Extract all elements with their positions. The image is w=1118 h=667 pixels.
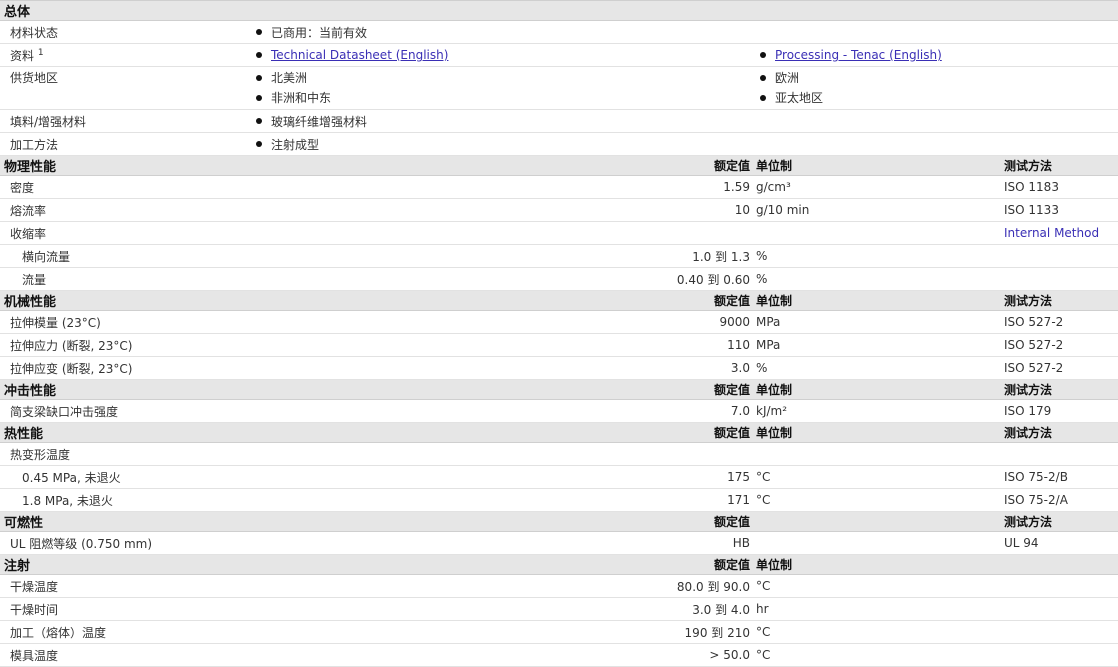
section-physical: 物理性能 额定值 单位制 测试方法 [0, 155, 1118, 176]
table-row: 干燥温度 80.0 到 90.0 °C [0, 574, 1118, 598]
header-nominal: 额定值 [586, 554, 754, 575]
header-unit: 单位制 [754, 290, 1002, 311]
table-row: 加工（熔体）温度 190 到 210 °C [0, 620, 1118, 644]
table-row: 拉伸应变 (断裂, 23°C) 3.0 % ISO 527-2 [0, 356, 1118, 380]
table-row: 热变形温度 [0, 442, 1118, 466]
section-title: 总体 [0, 0, 1118, 21]
row-label: 资料 1 [0, 43, 250, 67]
section-thermal: 热性能 额定值 单位制 测试方法 [0, 422, 1118, 443]
table-row: 1.8 MPa, 未退火 171 °C ISO 75-2/A [0, 488, 1118, 512]
section-title: 注射 [0, 554, 586, 575]
table-row: 拉伸应力 (断裂, 23°C) 110 MPa ISO 527-2 [0, 333, 1118, 357]
bullet-icon [256, 29, 262, 35]
bullet-icon [256, 118, 262, 124]
bullet-icon [256, 141, 262, 147]
table-row: 模具温度 > 50.0 °C [0, 643, 1118, 667]
row-label: 供货地区 [0, 66, 250, 110]
bullet-icon [256, 94, 262, 101]
row-value: 已商用：当前有效 [250, 20, 1118, 44]
header-test: 测试方法 [1002, 511, 1118, 532]
table-row: 熔流率 10 g/10 min ISO 1133 [0, 198, 1118, 222]
table-row: 横向流量 1.0 到 1.3 % [0, 244, 1118, 268]
header-unit: 单位制 [754, 422, 1002, 443]
header-nominal: 额定值 [586, 379, 754, 400]
header-unit: 单位制 [754, 379, 1002, 400]
table-row: UL 阻燃等级 (0.750 mm) HB UL 94 [0, 531, 1118, 555]
section-title: 热性能 [0, 422, 586, 443]
section-general: 总体 [0, 0, 1118, 21]
header-test: 测试方法 [1002, 290, 1118, 311]
section-title: 物理性能 [0, 155, 586, 176]
row-method: 加工方法 注射成型 [0, 132, 1118, 156]
table-row: 收缩率 Internal Method [0, 221, 1118, 245]
header-unit: 单位制 [754, 554, 1002, 575]
internal-method-link[interactable]: Internal Method [1002, 221, 1118, 245]
header-nominal: 额定值 [586, 155, 754, 176]
row-status: 材料状态 已商用：当前有效 [0, 20, 1118, 44]
table-row: 流量 0.40 到 0.60 % [0, 267, 1118, 291]
section-injection: 注射 额定值 单位制 [0, 554, 1118, 575]
header-nominal: 额定值 [586, 290, 754, 311]
header-unit: 单位制 [754, 155, 1002, 176]
table-row: 干燥时间 3.0 到 4.0 hr [0, 597, 1118, 621]
row-filler: 填料/增强材料 玻璃纤维增强材料 [0, 109, 1118, 133]
section-impact: 冲击性能 额定值 单位制 测试方法 [0, 379, 1118, 400]
header-test: 测试方法 [1002, 155, 1118, 176]
section-flammability: 可燃性 额定值 测试方法 [0, 511, 1118, 532]
bullet-icon [256, 74, 262, 81]
bullet-icon [760, 74, 766, 81]
header-test: 测试方法 [1002, 422, 1118, 443]
header-test: 测试方法 [1002, 379, 1118, 400]
row-resources: 资料 1 Technical Datasheet (English) Proce… [0, 43, 1118, 67]
table-row: 简支梁缺口冲击强度 7.0 kJ/m² ISO 179 [0, 399, 1118, 423]
datasheet-link[interactable]: Technical Datasheet (English) [271, 48, 448, 62]
section-title: 机械性能 [0, 290, 586, 311]
table-row: 密度 1.59 g/cm³ ISO 1183 [0, 175, 1118, 199]
row-label: 加工方法 [0, 132, 250, 156]
row-label: 材料状态 [0, 20, 250, 44]
section-mechanical: 机械性能 额定值 单位制 测试方法 [0, 290, 1118, 311]
header-nominal: 额定值 [586, 422, 754, 443]
section-title: 可燃性 [0, 511, 586, 532]
row-regions: 供货地区 北美洲 非洲和中东 欧洲 亚太地区 [0, 66, 1118, 110]
bullet-icon [760, 51, 766, 58]
table-row: 0.45 MPa, 未退火 175 °C ISO 75-2/B [0, 465, 1118, 489]
bullet-icon [760, 94, 766, 101]
bullet-icon [256, 51, 262, 58]
datasheet-table: 总体 材料状态 已商用：当前有效 资料 1 Technical Datashee… [0, 0, 1118, 667]
table-row: 拉伸模量 (23°C) 9000 MPa ISO 527-2 [0, 310, 1118, 334]
row-label: 填料/增强材料 [0, 109, 250, 133]
section-title: 冲击性能 [0, 379, 586, 400]
processing-link[interactable]: Processing - Tenac (English) [775, 48, 942, 62]
header-nominal: 额定值 [586, 511, 754, 532]
